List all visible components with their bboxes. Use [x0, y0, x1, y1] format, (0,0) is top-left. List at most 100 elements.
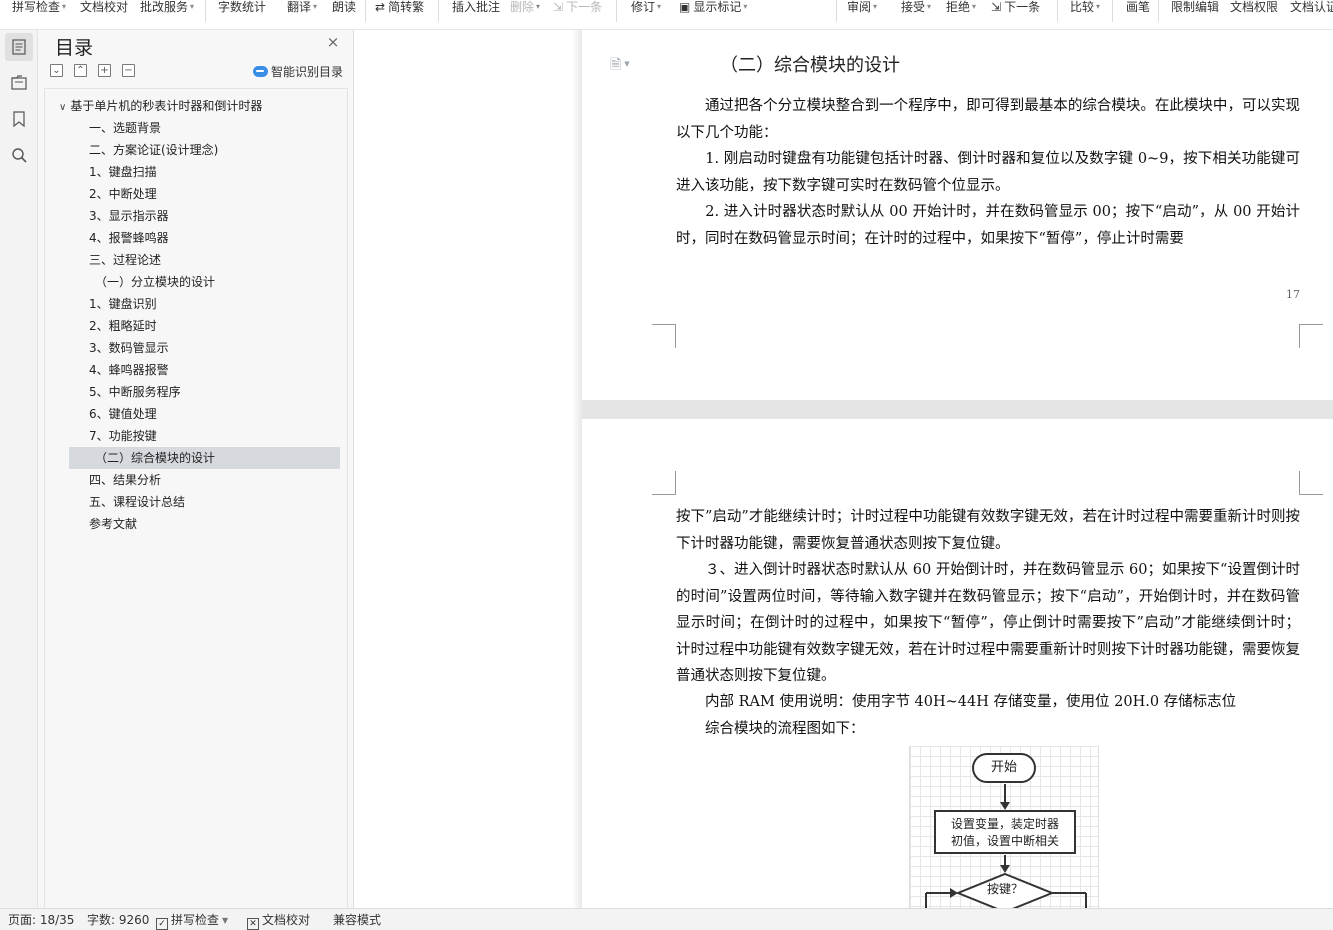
- proofread-label: 文档校对: [262, 913, 311, 927]
- toc-item[interactable]: 7、功能按键: [45, 425, 347, 447]
- document-canvas[interactable]: 🗎 ▼ （二）综合模块的设计 通过把各个分立模块整合到一个程序中，即可得到最基本的…: [582, 30, 1333, 908]
- toc-item[interactable]: 4、蜂鸣器报警: [45, 359, 347, 381]
- toc-item[interactable]: 5、中断服务程序: [45, 381, 347, 403]
- toc-item[interactable]: 3、显示指示器: [45, 205, 347, 227]
- toc-item[interactable]: 4、报警蜂鸣器: [45, 227, 347, 249]
- toolbar-button-13[interactable]: 接受 ▾: [901, 0, 931, 14]
- toc-icon[interactable]: [5, 33, 33, 61]
- smart-toc-label: 智能识别目录: [271, 65, 344, 79]
- toc-item[interactable]: 一、选题背景: [45, 117, 347, 139]
- toolbar-label: 朗读: [332, 0, 357, 14]
- toc-item[interactable]: 3、数码管显示: [45, 337, 347, 359]
- toolbar-button-2[interactable]: 批改服务 ▾: [140, 0, 194, 14]
- caret-down-icon: ▾: [927, 2, 932, 11]
- toolbar-button-4[interactable]: 翻译 ▾: [287, 0, 317, 14]
- convert-icon: ⇄: [375, 0, 386, 14]
- toc-item[interactable]: 四、结果分析: [45, 469, 347, 491]
- expand-icon[interactable]: ⌃: [74, 64, 87, 77]
- toc-item[interactable]: 二、方案论证(设计理念): [45, 139, 347, 161]
- toolbar-label: 修订: [631, 0, 656, 14]
- word-count[interactable]: 字数: 9260: [87, 913, 149, 927]
- toolbar-separator: [836, 0, 837, 22]
- toc-item[interactable]: （一）分立模块的设计: [45, 271, 347, 293]
- toolbar-button-3[interactable]: 字数统计: [218, 0, 266, 14]
- toolbar-button-12[interactable]: 审阅 ▾: [847, 0, 877, 14]
- crop-mark: [1299, 324, 1323, 348]
- bookmark-icon[interactable]: [5, 105, 33, 133]
- toc-item[interactable]: 五、课程设计总结: [45, 491, 347, 513]
- flowchart-init-line2: 初值，设置中断相关: [950, 834, 1059, 848]
- toc-root-label: 基于单片机的秒表计时器和倒计时器: [70, 99, 263, 113]
- toolbar-button-18[interactable]: 限制编辑: [1171, 0, 1219, 14]
- proofread-icon: ✕: [247, 918, 259, 930]
- chevron-down-icon[interactable]: ∨: [59, 97, 66, 119]
- toolbar-separator: [205, 0, 206, 22]
- toolbar-label: 批改服务: [140, 0, 189, 14]
- paragraph: 2. 进入计时器状态时默认从 00 开始计时，并在数码管显示 00；按下“启动”…: [676, 204, 1300, 247]
- toolbar-button-16[interactable]: 比较 ▾: [1070, 0, 1100, 14]
- toc-item[interactable]: 2、中断处理: [45, 183, 347, 205]
- toc-root-item[interactable]: ∨ 基于单片机的秒表计时器和倒计时器: [45, 95, 347, 117]
- toolbar-label: 文档认证: [1290, 0, 1333, 14]
- toolbar-label: 画笔: [1126, 0, 1151, 14]
- toolbar-button-0[interactable]: 拼写检查 ▾: [12, 0, 66, 14]
- caret-down-icon: ▾: [190, 2, 195, 11]
- toolbar-button-14[interactable]: 拒绝 ▾: [946, 0, 976, 14]
- paragraph: 综合模块的流程图如下：: [676, 721, 865, 737]
- toolbar-button-10[interactable]: 修订 ▾: [631, 0, 661, 14]
- toc-item[interactable]: 2、粗略延时: [45, 315, 347, 337]
- toolbar-separator: [438, 0, 439, 22]
- smart-toc-button[interactable]: 智能识别目录: [253, 63, 343, 80]
- toolbar-button-17[interactable]: 画笔: [1126, 0, 1150, 14]
- canvas-margin: [355, 30, 582, 908]
- check-icon: ✓: [156, 918, 168, 930]
- next-change-icon: ⇲: [991, 0, 1002, 14]
- toolbar-button-5[interactable]: 朗读: [332, 0, 356, 14]
- crop-mark: [1299, 471, 1323, 495]
- toolbar-button-15[interactable]: ⇲ 下一条: [991, 0, 1040, 14]
- navigation-icon[interactable]: [5, 69, 33, 97]
- close-icon[interactable]: ×: [326, 35, 340, 50]
- document-page[interactable]: 🗎 ▼ （二）综合模块的设计 通过把各个分立模块整合到一个程序中，即可得到最基本的…: [582, 30, 1333, 400]
- spell-check-button[interactable]: ✓ 拼写检查 ▼: [156, 913, 228, 930]
- caret-down-icon: ▾: [743, 2, 748, 11]
- toolbar-label: 审阅: [847, 0, 872, 14]
- search-icon[interactable]: [5, 141, 33, 169]
- toc-item[interactable]: 三、过程论述: [45, 249, 347, 271]
- flowchart-init-line1: 设置变量，装定时器: [950, 817, 1059, 831]
- toolbar-button-20[interactable]: 文档认证: [1290, 0, 1333, 14]
- toolbar-button-6[interactable]: ⇄ 简转繁: [375, 0, 424, 14]
- toolbar-label: 拼写检查: [12, 0, 61, 14]
- toolbar-label: 插入批注: [452, 0, 501, 14]
- compat-mode[interactable]: 兼容模式: [333, 913, 381, 927]
- toolbar-button-19[interactable]: 文档权限: [1230, 0, 1278, 14]
- caret-down-icon: ▾: [657, 2, 662, 11]
- toolbar-button-1[interactable]: 文档校对: [80, 0, 128, 14]
- show-markup-icon: ▣: [679, 0, 691, 14]
- toolbar-button-7[interactable]: 插入批注: [452, 0, 500, 14]
- document-page[interactable]: 按下”启动”才能继续计时；计时过程中功能键有效数字键无效，若在计时过程中需要重新…: [582, 419, 1333, 908]
- toolbar-separator: [1158, 0, 1159, 22]
- toolbar-label: 字数统计: [218, 0, 267, 14]
- smart-icon: [253, 66, 268, 77]
- page-indicator[interactable]: 页面: 18/35: [8, 913, 74, 927]
- crop-mark: [652, 324, 676, 348]
- collapse-icon[interactable]: ⌄: [50, 64, 63, 77]
- toc-item[interactable]: 参考文献: [45, 513, 347, 535]
- caret-down-icon: ▼: [222, 916, 229, 925]
- flowchart-image[interactable]: 开始 设置变量，装定时器 初值，设置中断相关 按键？: [909, 746, 1099, 908]
- toc-item[interactable]: 1、键盘识别: [45, 293, 347, 315]
- toolbar-label: 下一条: [1004, 0, 1041, 14]
- toolbar-button-9: ⇲ 下一条: [553, 0, 602, 14]
- remove-level-icon[interactable]: −: [122, 64, 135, 77]
- toolbar-label: 比较: [1070, 0, 1095, 14]
- proofread-button[interactable]: ✕ 文档校对: [247, 913, 310, 930]
- toolbar-button-11[interactable]: ▣ 显示标记 ▾: [679, 0, 747, 14]
- toc-item[interactable]: 1、键盘扫描: [45, 161, 347, 183]
- toolbar-label: 拒绝: [946, 0, 971, 14]
- paragraph: 1. 刚启动时键盘有功能键包括计时器、倒计时器和复位以及数字键 0~9，按下相关…: [676, 151, 1300, 194]
- page-options-icon[interactable]: 🗎 ▼: [610, 54, 630, 78]
- add-level-icon[interactable]: +: [98, 64, 111, 77]
- toc-item[interactable]: 6、键值处理: [45, 403, 347, 425]
- toc-item[interactable]: （二）综合模块的设计: [69, 447, 340, 469]
